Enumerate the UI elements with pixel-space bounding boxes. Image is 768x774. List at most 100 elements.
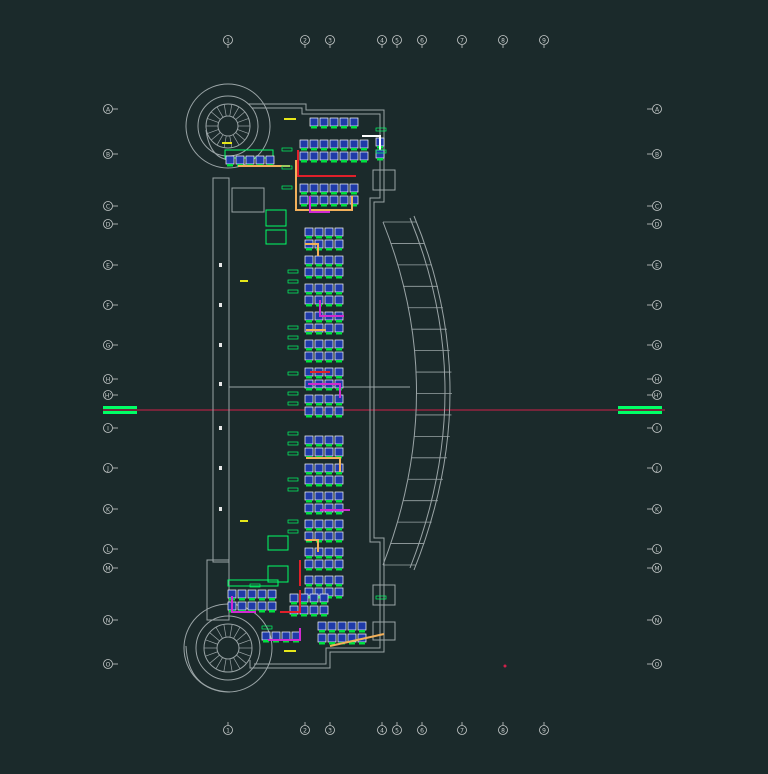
desk	[324, 323, 334, 333]
chair	[336, 556, 342, 559]
circuit-tag	[281, 147, 293, 152]
desk	[235, 155, 245, 165]
chair	[336, 236, 342, 239]
desk	[304, 283, 314, 293]
row-grid-bubbles-left: A B C D E F G H H' I J K L M N O	[103, 104, 118, 669]
chair	[326, 472, 332, 475]
chair	[341, 148, 347, 151]
chair	[326, 540, 332, 543]
section-tag-right-2	[618, 411, 662, 414]
chair	[336, 444, 342, 447]
desk	[304, 575, 314, 585]
desk	[304, 394, 314, 404]
chair	[306, 528, 312, 531]
desk	[329, 183, 339, 193]
row-bubble-right-C-label: C	[655, 203, 659, 210]
chair	[326, 584, 332, 587]
equipment-panels	[224, 149, 289, 587]
chair	[311, 126, 317, 129]
row-bubble-right-A: A	[652, 104, 662, 114]
row-bubble-left-G: G	[103, 340, 113, 350]
desk	[324, 295, 334, 305]
row-bubble-left-L-label: L	[106, 546, 110, 553]
desk	[237, 601, 247, 611]
desk	[334, 587, 344, 597]
row-bubble-right-O: O	[652, 659, 662, 669]
chair	[316, 584, 322, 587]
circuit-tag	[287, 477, 299, 482]
desk	[334, 283, 344, 293]
stair-tread	[235, 111, 246, 120]
desk	[324, 239, 334, 249]
column-bubble-bottom-9: 9	[539, 725, 549, 735]
workstation-cluster	[304, 283, 344, 307]
desk	[329, 195, 339, 205]
chair	[326, 484, 332, 487]
chair	[306, 388, 312, 391]
desk	[327, 621, 337, 631]
chair	[316, 512, 322, 515]
row-grid-bubbles-right: A B C D E F G H H' I J K L M N O	[647, 104, 662, 669]
row-bubble-left-J: J	[103, 463, 113, 473]
chair	[339, 630, 345, 633]
chair	[316, 360, 322, 363]
desk	[304, 447, 314, 457]
desk	[334, 491, 344, 501]
chair	[326, 276, 332, 279]
chair	[336, 540, 342, 543]
chair	[311, 614, 317, 617]
desk	[299, 151, 309, 161]
chair	[316, 556, 322, 559]
desk	[299, 593, 309, 603]
chair	[336, 512, 342, 515]
row-bubble-left-O: O	[103, 659, 113, 669]
row-bubble-left-L: L	[103, 544, 113, 554]
chair	[326, 292, 332, 295]
chair	[326, 568, 332, 571]
column-bubble-top-4-label: 4	[380, 37, 384, 44]
row-bubble-right-D-label: D	[655, 221, 660, 228]
desk	[329, 151, 339, 161]
row-bubble-left-B: B	[103, 149, 113, 159]
desk	[314, 255, 324, 265]
row-bubble-left-E: E	[103, 260, 113, 270]
row-bubble-left-I: I	[103, 423, 113, 433]
stair-tread	[223, 135, 227, 148]
chair	[331, 126, 337, 129]
chair	[311, 204, 317, 207]
stair-tread	[235, 132, 246, 141]
desk	[324, 475, 334, 485]
desk	[349, 151, 359, 161]
chair	[336, 292, 342, 295]
stair-tread	[229, 104, 233, 117]
chair	[306, 556, 312, 559]
column-bubble-bottom-1: 1	[223, 725, 233, 735]
desk	[299, 195, 309, 205]
desk	[324, 575, 334, 585]
row-bubble-right-H: H	[652, 374, 662, 384]
chair	[306, 264, 312, 267]
chair	[291, 614, 297, 617]
desk	[314, 339, 324, 349]
desk	[357, 621, 367, 631]
column-bubble-bottom-7-label: 7	[460, 727, 464, 734]
desk	[314, 351, 324, 361]
workstation-cluster	[299, 183, 339, 207]
chair	[316, 264, 322, 267]
desk	[309, 151, 319, 161]
chair	[301, 160, 307, 163]
row-bubble-right-O-label: O	[655, 661, 660, 668]
column-bubble-top-2-label: 2	[303, 37, 307, 44]
stair-tread	[236, 654, 247, 664]
row-bubble-right-M-label: M	[654, 565, 659, 572]
stair-tread	[237, 129, 249, 134]
chair	[359, 642, 365, 645]
desk	[319, 605, 329, 615]
desk	[319, 139, 329, 149]
desk	[334, 547, 344, 557]
row-bubble-left-M-label: M	[105, 565, 110, 572]
left-wall-windows	[219, 263, 222, 511]
column-bubble-bottom-1-label: 1	[226, 727, 230, 734]
chair	[321, 192, 327, 195]
chair	[326, 415, 332, 418]
